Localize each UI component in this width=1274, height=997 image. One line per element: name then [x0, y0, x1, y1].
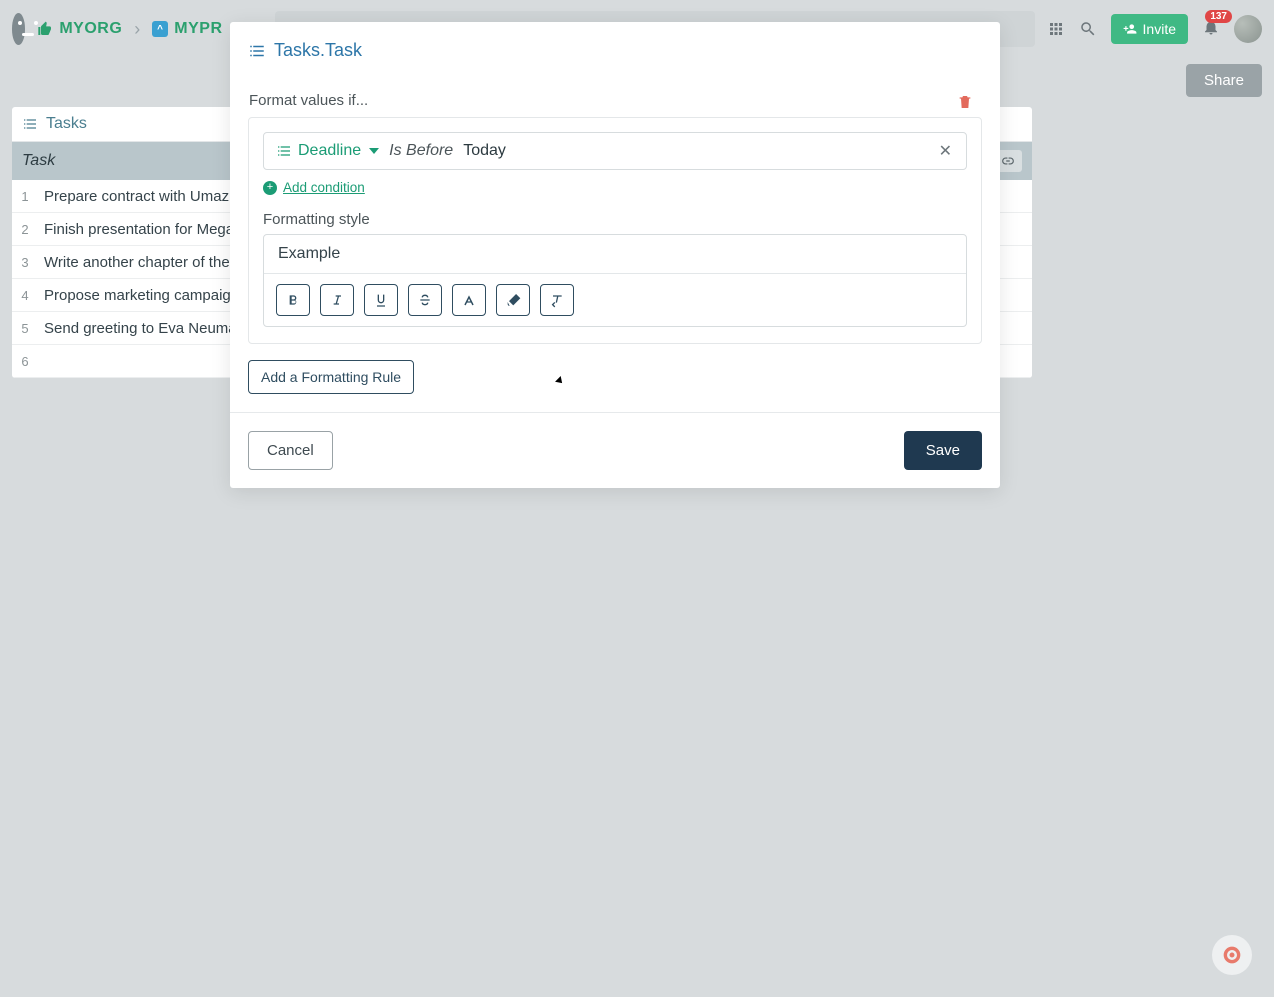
modal-header: Tasks.Task — [230, 22, 1000, 71]
add-rule-button[interactable]: Add a Formatting Rule — [248, 360, 414, 394]
formatting-style-box: Example — [263, 234, 967, 327]
add-condition-link[interactable]: Add condition — [283, 180, 365, 195]
list-icon — [248, 42, 266, 60]
condition-row: Deadline Is Before Today ✕ — [263, 132, 967, 170]
list-icon — [276, 143, 292, 159]
lifebuoy-icon — [1222, 945, 1242, 965]
conditional-format-modal: Tasks.Task Format values if... Deadline … — [230, 22, 1000, 488]
modal-overlay: Tasks.Task Format values if... Deadline … — [0, 0, 1274, 997]
clear-format-button[interactable] — [540, 284, 574, 316]
text-color-button[interactable] — [452, 284, 486, 316]
fill-color-button[interactable] — [496, 284, 530, 316]
remove-condition-icon[interactable]: ✕ — [935, 141, 956, 161]
trash-icon[interactable] — [957, 94, 973, 110]
underline-button[interactable] — [364, 284, 398, 316]
modal-body: Format values if... Deadline Is Before T… — [230, 71, 1000, 412]
modal-footer: Cancel Save — [230, 412, 1000, 488]
formatting-example: Example — [264, 235, 966, 274]
condition-field-name: Deadline — [298, 142, 361, 160]
modal-title: Tasks.Task — [274, 40, 362, 61]
condition-value[interactable]: Today — [463, 142, 506, 160]
help-button[interactable] — [1212, 935, 1252, 975]
cancel-button[interactable]: Cancel — [248, 431, 333, 470]
add-condition[interactable]: + Add condition — [263, 180, 967, 195]
plus-icon: + — [263, 181, 277, 195]
bold-button[interactable] — [276, 284, 310, 316]
save-button[interactable]: Save — [904, 431, 982, 470]
formatting-style-label: Formatting style — [263, 211, 967, 228]
chevron-down-icon — [369, 148, 379, 154]
formatting-toolbar — [264, 274, 966, 326]
condition-field-picker[interactable]: Deadline — [276, 142, 379, 160]
rule-block: Format values if... Deadline Is Before T… — [248, 117, 982, 344]
italic-button[interactable] — [320, 284, 354, 316]
rule-label: Format values if... — [249, 92, 368, 109]
condition-operator[interactable]: Is Before — [389, 142, 453, 160]
strikethrough-button[interactable] — [408, 284, 442, 316]
